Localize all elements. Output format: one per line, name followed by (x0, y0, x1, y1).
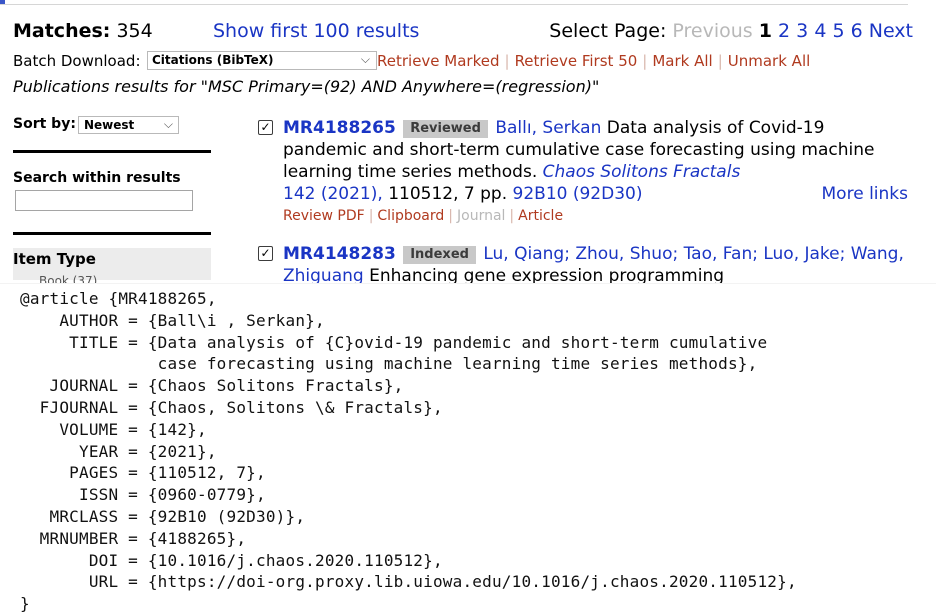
separator: | (504, 52, 510, 70)
retrieve-marked-link[interactable]: Retrieve Marked (377, 52, 500, 70)
matches-number: 354 (116, 20, 153, 42)
sidebar-divider (13, 150, 211, 153)
retrieve-first-50-link[interactable]: Retrieve First 50 (515, 52, 638, 70)
journal-link[interactable]: Chaos Solitons Fractals (543, 162, 741, 182)
mr-number-link[interactable]: MR4148283 (283, 244, 396, 264)
bibtex-citation-panel: @article {MR4188265, AUTHOR = {Ball\i , … (0, 283, 936, 614)
status-badge: Indexed (403, 246, 476, 264)
filter-sidebar: Sort by: Newest ⌵ Search within results … (13, 112, 211, 288)
sort-by-label: Sort by: (13, 116, 76, 132)
batch-download-label: Batch Download: (13, 52, 141, 70)
mark-checkbox[interactable]: ✓ (258, 246, 273, 261)
review-pdf-link[interactable]: Review PDF (283, 208, 365, 224)
search-within-label: Search within results (13, 170, 181, 186)
result-title: Enhancing gene expression programming (369, 266, 725, 283)
window-top-edge (0, 0, 936, 9)
clipboard-link[interactable]: Clipboard (377, 208, 444, 224)
select-page-label: Select Page: (549, 20, 667, 42)
author-link[interactable]: Ballı, Serkan (495, 118, 601, 138)
page-2-link[interactable]: 2 (778, 20, 790, 42)
next-page-link[interactable]: Next (869, 20, 913, 42)
top-rule (0, 4, 908, 5)
bibtex-text: @article {MR4188265, AUTHOR = {Ball\i , … (20, 289, 797, 614)
separator: | (509, 208, 515, 224)
item-type-heading[interactable]: Item Type (13, 250, 96, 268)
current-page: 1 (758, 20, 772, 42)
page-3-link[interactable]: 3 (796, 20, 808, 42)
chevron-down-icon: ⌵ (360, 52, 370, 66)
result-links: Review PDF | Clipboard | Journal | Article (283, 205, 908, 227)
page-4-link[interactable]: 4 (814, 20, 826, 42)
article-link[interactable]: Article (518, 208, 563, 224)
classification-link[interactable]: 92B10 (92D30) (513, 184, 643, 204)
result-body: MR4188265 Reviewed Ballı, Serkan Data an… (283, 117, 908, 227)
unmark-all-link[interactable]: Unmark All (728, 52, 811, 70)
separator: | (642, 52, 648, 70)
batch-format-value: Citations (BibTeX) (152, 53, 274, 67)
mr-number-link[interactable]: MR4188265 (283, 118, 396, 138)
search-within-input[interactable] (15, 190, 193, 211)
separator: | (368, 208, 374, 224)
show-first-100-link[interactable]: Show first 100 results (213, 20, 419, 42)
results-header: Matches: 354 Show first 100 results Sele… (13, 18, 913, 48)
status-badge: Reviewed (403, 120, 488, 138)
batch-download-bar: Batch Download: Citations (BibTeX) ⌵ Ret… (13, 50, 873, 72)
matches-label: Matches: (13, 20, 111, 42)
sidebar-divider (13, 232, 211, 235)
page-5-link[interactable]: 5 (832, 20, 844, 42)
mark-all-link[interactable]: Mark All (652, 52, 712, 70)
result-item: ✓ MR4188265 Reviewed Ballı, Serkan Data … (258, 117, 908, 229)
page-selector: Select Page: Previous 1 2 3 4 5 6 Next (549, 20, 913, 42)
mark-checkbox[interactable]: ✓ (258, 120, 273, 135)
volume-link[interactable]: 142 (2021), (283, 184, 383, 204)
matches-count: Matches: 354 (13, 20, 153, 42)
result-item: ✓ MR4148283 Indexed Lu, Qiang; Zhou, Shu… (258, 243, 908, 283)
pages-text: 110512, 7 pp. (388, 184, 508, 204)
previous-page-link: Previous (672, 20, 753, 42)
batch-format-select[interactable]: Citations (BibTeX) ⌵ (147, 51, 377, 70)
sort-select[interactable]: Newest ⌵ (78, 116, 179, 134)
batch-actions: Retrieve Marked | Retrieve First 50 | Mark A… (377, 52, 810, 70)
chevron-down-icon: ⌵ (163, 117, 173, 131)
separator: | (448, 208, 453, 224)
page-6-link[interactable]: 6 (851, 20, 863, 42)
separator: | (717, 52, 723, 70)
sort-value: Newest (84, 118, 135, 132)
publications-results-title: Publications results for "MSC Primary=(9… (13, 77, 600, 96)
result-body: MR4148283 Indexed Lu, Qiang; Zhou, Shuo;… (283, 243, 908, 283)
more-links-link[interactable]: More links (822, 183, 908, 205)
journal-link-disabled: Journal (457, 208, 506, 224)
